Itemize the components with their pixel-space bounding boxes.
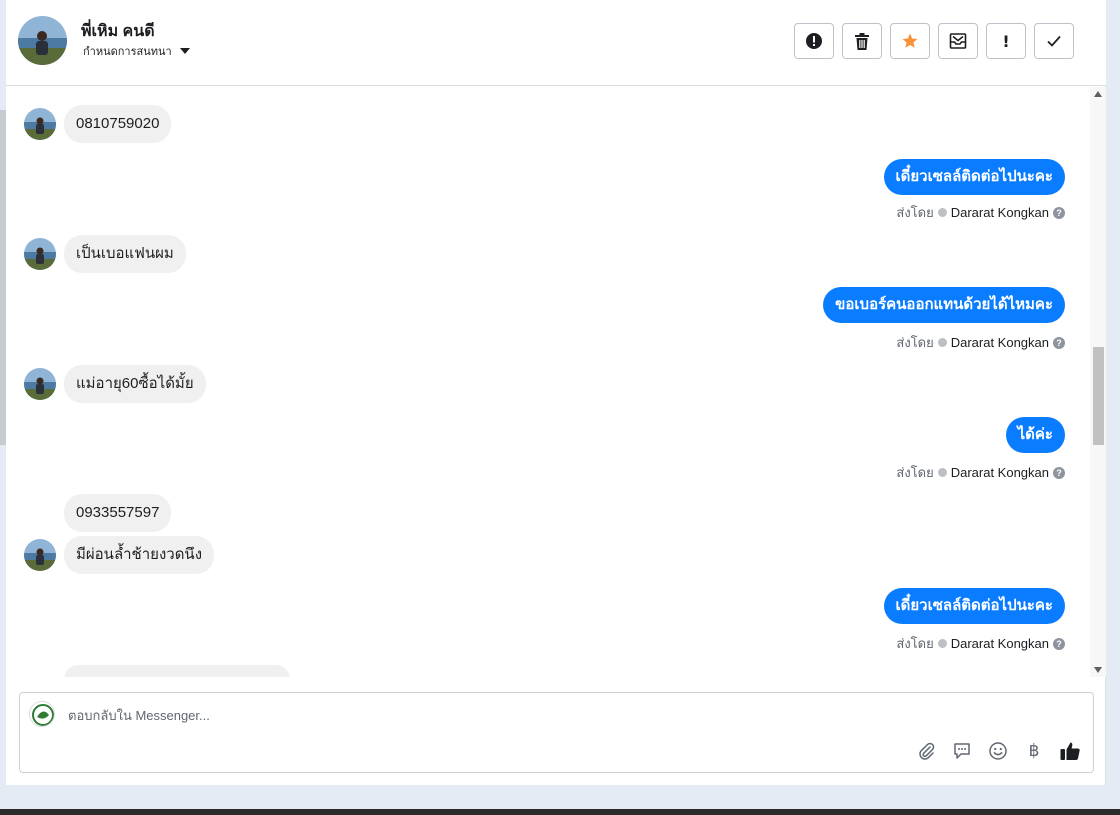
- sender-name: Dararat Kongkan: [950, 335, 1049, 350]
- contact-name[interactable]: พี่เหิม คนดี: [81, 19, 155, 44]
- conversation-panel: พี่เหิม คนดี กำหนดการสนทนา ! 0810759020 …: [6, 0, 1106, 785]
- star-icon: [902, 33, 918, 48]
- paperclip-icon[interactable]: [915, 740, 937, 762]
- conversation-header: พี่เหิม คนดี กำหนดการสนทนา !: [6, 0, 1106, 86]
- delete-button[interactable]: [842, 23, 882, 59]
- scroll-up-icon[interactable]: [1094, 91, 1102, 97]
- verified-icon: [937, 639, 947, 648]
- message-incoming: 0810759020: [24, 105, 172, 143]
- contact-avatar-small: [24, 108, 56, 140]
- message-bubble-partial: [64, 665, 290, 677]
- message-bubble[interactable]: แม่อายุ60ซื้อได้มั้ย: [64, 365, 206, 403]
- message-incoming: แม่อายุ60ซื้อได้มั้ย: [24, 365, 206, 403]
- message-bubble-outgoing[interactable]: เดี๋ยวเซลล์ติดต่อไปนะคะ: [883, 588, 1065, 624]
- sender-name: Dararat Kongkan: [950, 636, 1049, 651]
- sent-by-label: ส่งโดย: [896, 465, 934, 480]
- reply-input[interactable]: [68, 705, 908, 725]
- help-icon[interactable]: ?: [1053, 637, 1065, 650]
- message-scrollbar[interactable]: [1090, 87, 1106, 677]
- baht-icon[interactable]: ฿: [1023, 740, 1045, 762]
- assign-conversation-dropdown[interactable]: กำหนดการสนทนา: [83, 42, 190, 60]
- assign-label: กำหนดการสนทนา: [83, 46, 172, 58]
- verified-icon: [937, 338, 947, 347]
- contact-avatar-small: [24, 368, 56, 400]
- saved-reply-icon[interactable]: [951, 740, 973, 762]
- message-bubble[interactable]: 0933557597: [64, 494, 172, 532]
- message-bubble-outgoing[interactable]: ได้ค่ะ: [1005, 417, 1065, 453]
- message-bubble-outgoing[interactable]: ขอเบอร์คนออกแทนด้วยได้ไหมคะ: [823, 287, 1065, 323]
- thumbs-up-icon[interactable]: [1059, 740, 1081, 762]
- page-avatar: [29, 701, 55, 727]
- chevron-down-icon: [179, 48, 190, 54]
- message-bubble[interactable]: 0810759020: [64, 105, 172, 143]
- taskbar-strip: [0, 809, 1120, 815]
- reply-composer: ฿: [19, 692, 1094, 773]
- exclamation-icon: !: [1002, 31, 1010, 51]
- message-incoming: 0933557597: [64, 494, 172, 532]
- message-incoming: เป็นเบอแฟนผม: [24, 235, 186, 273]
- star-button[interactable]: [890, 23, 930, 59]
- sent-by-row: ส่งโดย Dararat Kongkan ?: [896, 202, 1065, 223]
- baht-symbol: ฿: [1028, 741, 1040, 761]
- scroll-down-icon[interactable]: [1094, 667, 1102, 673]
- sender-name: Dararat Kongkan: [950, 205, 1049, 220]
- help-icon[interactable]: ?: [1053, 466, 1065, 479]
- check-icon: [1047, 35, 1061, 47]
- contact-avatar-small: [24, 539, 56, 571]
- alert-circle-icon: [806, 33, 822, 49]
- composer-tools: ฿: [915, 740, 1081, 762]
- verified-icon: [937, 468, 947, 477]
- message-bubble-outgoing[interactable]: เดี๋ยวเซลล์ติดต่อไปนะคะ: [883, 159, 1065, 195]
- inbox-icon: [949, 33, 967, 49]
- help-icon[interactable]: ?: [1053, 336, 1065, 349]
- sent-by-label: ส่งโดย: [896, 205, 934, 220]
- contact-avatar[interactable]: [18, 16, 67, 65]
- contact-avatar-small: [24, 238, 56, 270]
- follow-up-button[interactable]: !: [986, 23, 1026, 59]
- scroll-thumb[interactable]: [1093, 347, 1104, 445]
- sender-name: Dararat Kongkan: [950, 465, 1049, 480]
- sent-by-row: ส่งโดย Dararat Kongkan ?: [896, 332, 1065, 353]
- header-actions: !: [794, 23, 1074, 59]
- help-icon[interactable]: ?: [1053, 206, 1065, 219]
- sent-by-row: ส่งโดย Dararat Kongkan ?: [896, 633, 1065, 654]
- mark-done-button[interactable]: [1034, 23, 1074, 59]
- verified-icon: [937, 208, 947, 217]
- message-bubble[interactable]: เป็นเบอแฟนผม: [64, 235, 186, 273]
- message-bubble[interactable]: มีผ่อนล้ำช้ายงวดนึง: [64, 536, 215, 574]
- sent-by-label: ส่งโดย: [896, 335, 934, 350]
- sent-by-label: ส่งโดย: [896, 636, 934, 651]
- emoji-icon[interactable]: [987, 740, 1009, 762]
- trash-icon: [855, 32, 869, 50]
- sent-by-row: ส่งโดย Dararat Kongkan ?: [896, 462, 1065, 483]
- mark-spam-button[interactable]: [794, 23, 834, 59]
- message-list[interactable]: 0810759020 เดี๋ยวเซลล์ติดต่อไปนะคะ ส่งโด…: [6, 87, 1090, 677]
- message-incoming: มีผ่อนล้ำช้ายงวดนึง: [24, 536, 215, 574]
- move-to-inbox-button[interactable]: [938, 23, 978, 59]
